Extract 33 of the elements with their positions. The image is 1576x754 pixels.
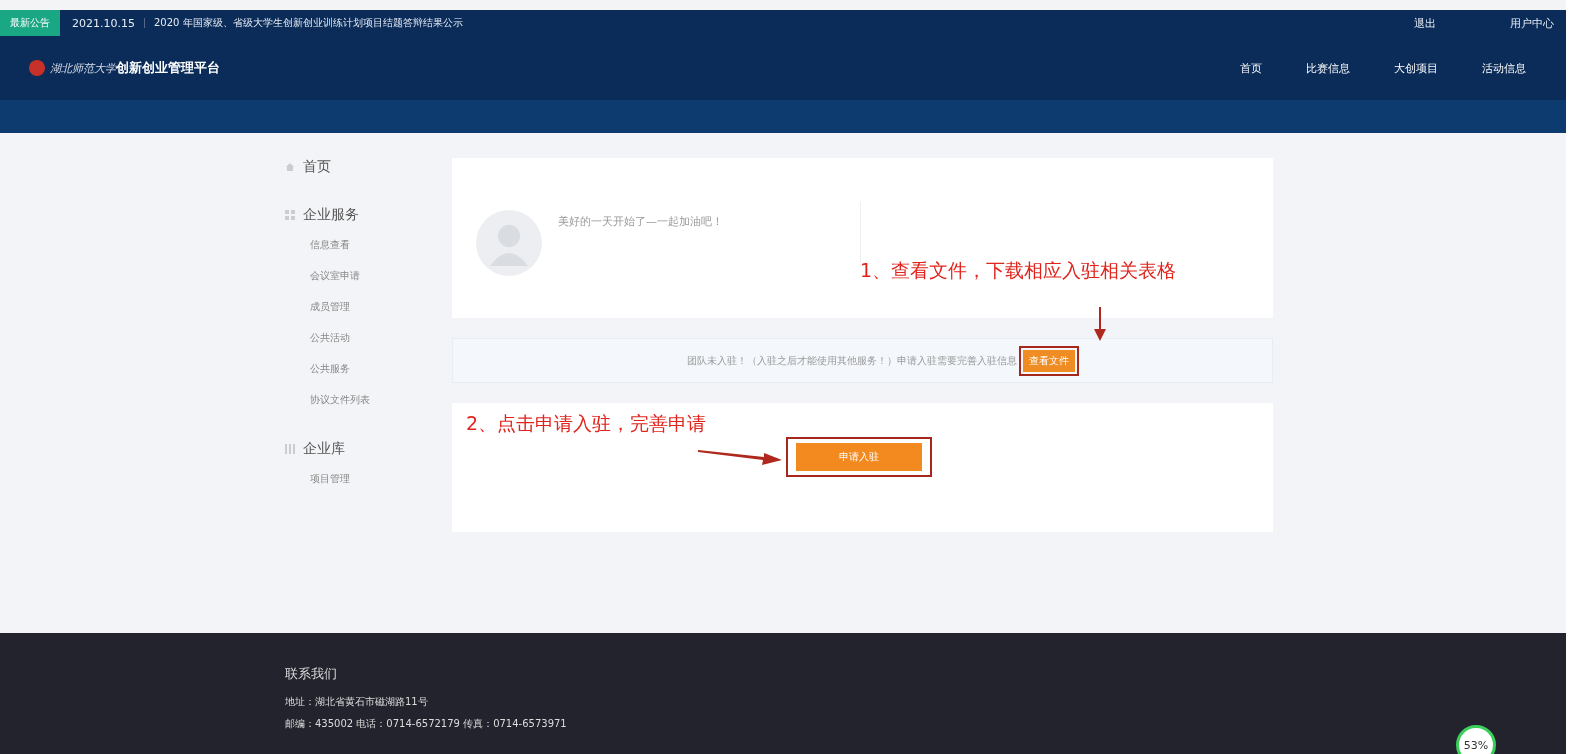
arrow-icon: [698, 448, 782, 466]
sidebar-item[interactable]: 公共活动: [285, 322, 442, 353]
home-icon: [285, 162, 295, 172]
nav-link[interactable]: 大创项目: [1394, 60, 1438, 76]
sidebar-item[interactable]: 项目管理: [285, 463, 442, 494]
avatar-icon: [476, 210, 542, 276]
sidebar-item[interactable]: 信息查看: [285, 229, 442, 260]
speed-badge: 53%: [1456, 725, 1496, 754]
nav-link[interactable]: 首页: [1240, 60, 1262, 76]
sidebar-item[interactable]: 成员管理: [285, 291, 442, 322]
notice-date: 2021.10.15: [72, 16, 135, 30]
contact-line: 邮编：435002 电话：0714-6572179 传真：0714-6573971: [285, 717, 568, 731]
sidebar-heading[interactable]: 企业库: [303, 440, 345, 458]
grid-icon: [285, 210, 295, 220]
notice-text: 团队未入驻！（入驻之后才能使用其他服务！）申请入驻需要完善入驻信息: [686, 353, 1017, 368]
nav-link[interactable]: 活动信息: [1482, 60, 1526, 76]
bars-icon: [285, 444, 295, 454]
greeting-text: 美好的一天开始了—一起加油吧！: [558, 214, 723, 229]
arrow-icon: [1093, 307, 1107, 341]
notice-badge: 最新公告: [0, 10, 60, 36]
notice-link[interactable]: 2020 年国家级、省级大学生创新创业训练计划项目结题答辩结果公示: [154, 16, 463, 30]
annotation-text: 2、点击申请入驻，完善申请: [466, 411, 708, 436]
top-link[interactable]: 用户中心: [1510, 15, 1554, 31]
sidebar-heading[interactable]: 企业服务: [303, 206, 359, 224]
logo-title: 创新创业管理平台: [116, 59, 220, 77]
top-link[interactable]: 退出: [1414, 15, 1436, 31]
annotation-text: 1、查看文件，下载相应入驻相关表格: [860, 258, 1177, 283]
contact-line: 地址：湖北省黄石市磁湖路11号: [285, 695, 429, 709]
logo-icon: [28, 59, 46, 77]
logo-school-name: 湖北师范大学: [50, 60, 116, 76]
sidebar-heading[interactable]: 首页: [303, 158, 331, 176]
footer-title: 联系我们: [285, 665, 338, 683]
nav-link[interactable]: 比赛信息: [1306, 60, 1350, 76]
